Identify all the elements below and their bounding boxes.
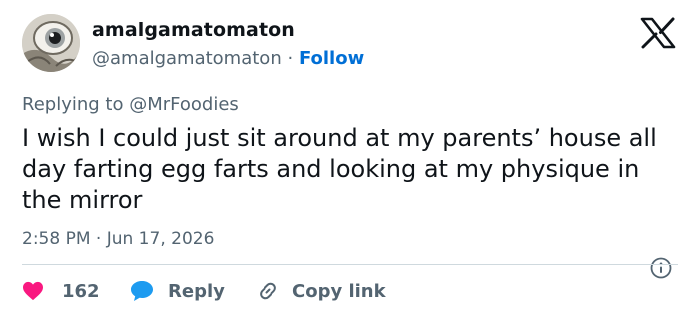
speech-bubble-icon <box>131 281 153 301</box>
author-handle[interactable]: @amalgamatomaton <box>92 48 282 69</box>
author-display-name[interactable]: amalgamatomaton <box>92 19 295 41</box>
like-button[interactable]: 162 <box>22 278 100 304</box>
x-logo-icon[interactable] <box>640 17 676 49</box>
avatar-eye-icon <box>22 14 80 72</box>
reply-context-prefix: Replying to <box>22 94 124 115</box>
reply-button[interactable]: Reply <box>130 278 225 304</box>
handle-separator: · <box>287 48 294 69</box>
reply-context-mention[interactable]: @MrFoodies <box>129 94 239 115</box>
avatar[interactable] <box>22 14 80 72</box>
copy-link-label: Copy link <box>292 280 386 302</box>
like-count: 162 <box>62 280 100 302</box>
info-icon[interactable] <box>650 257 672 279</box>
tweet-timestamp[interactable]: 2:58 PM · Jun 17, 2026 <box>22 229 214 249</box>
tweet-text: I wish I could just sit around at my par… <box>22 124 657 214</box>
follow-link[interactable]: Follow <box>299 48 364 69</box>
tweet-time: 2:58 PM <box>22 229 91 249</box>
link-icon <box>260 282 276 300</box>
divider <box>22 264 678 265</box>
copy-link-button[interactable]: Copy link <box>256 278 386 304</box>
heart-icon <box>23 281 43 301</box>
author-handle-line: @amalgamatomaton · Follow <box>92 48 364 69</box>
reply-context: Replying to @MrFoodies <box>22 94 239 115</box>
timestamp-separator: · <box>95 229 102 249</box>
reply-label: Reply <box>168 280 225 302</box>
tweet-date: Jun 17, 2026 <box>106 229 215 249</box>
